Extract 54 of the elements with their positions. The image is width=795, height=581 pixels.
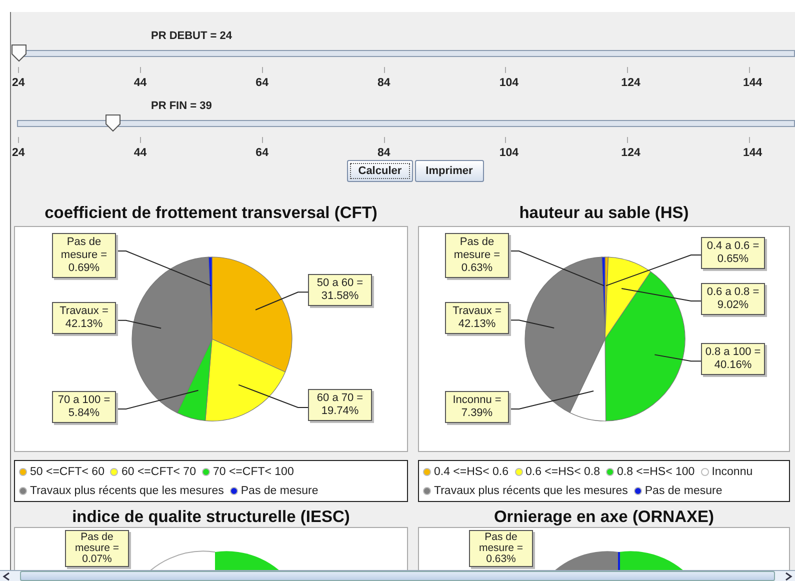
tick-label: 104 bbox=[499, 147, 520, 159]
data-label: Travaux = 42.13% bbox=[445, 302, 509, 334]
action-button[interactable]: Calculer bbox=[347, 160, 413, 182]
tick-label: 124 bbox=[621, 77, 642, 89]
legend-label: 0.6 <=HS< 0.8 bbox=[526, 466, 600, 478]
data-label: Pas de mesure = 0.69% bbox=[52, 233, 116, 278]
legend-label: Travaux plus récents que les mesures bbox=[30, 484, 224, 496]
legend-label: Pas de mesure bbox=[240, 484, 318, 496]
leader-line bbox=[508, 320, 555, 329]
tick-label: 64 bbox=[256, 147, 270, 159]
tick-label: 84 bbox=[378, 147, 392, 159]
legend-label: 0.8 <=HS< 100 bbox=[617, 466, 695, 478]
data-label: 0.8 a 100 = 40.16% bbox=[701, 343, 765, 376]
slider-label: PR FIN = 39 bbox=[151, 100, 213, 114]
data-label: Inconnu = 7.39% bbox=[445, 391, 509, 423]
slider-thumb[interactable] bbox=[105, 114, 122, 132]
tick-label: 84 bbox=[378, 77, 392, 89]
data-label: Travaux = 42.13% bbox=[52, 302, 116, 334]
legend-label: 60 <=CFT< 70 bbox=[121, 466, 196, 478]
tick-label: 44 bbox=[134, 147, 148, 159]
chart-title: hauteur au sable (HS) bbox=[518, 204, 690, 224]
leader-line bbox=[116, 320, 162, 329]
leader-line bbox=[255, 292, 308, 310]
legend-label: 0.4 <=HS< 0.6 bbox=[434, 466, 508, 478]
data-label: 60 a 70 = 19.74% bbox=[308, 389, 372, 422]
tick-label: 124 bbox=[621, 147, 642, 159]
tick-label: 144 bbox=[743, 77, 764, 89]
data-label: Pas de mesure = 0.63% bbox=[469, 530, 533, 567]
action-button[interactable]: Imprimer bbox=[414, 160, 484, 182]
chart-title: Ornierage en axe (ORNAXE) bbox=[492, 508, 716, 527]
data-label: Pas de mesure = 0.07% bbox=[65, 530, 129, 567]
legend-label: 70 <=CFT< 100 bbox=[212, 466, 294, 478]
leader-line bbox=[654, 354, 702, 362]
legend-label: 50 <=CFT< 60 bbox=[30, 466, 104, 478]
tick-label: 24 bbox=[12, 77, 26, 89]
slider-track[interactable] bbox=[11, 44, 795, 62]
data-label: 0.6 a 0.8 = 9.02% bbox=[701, 283, 765, 316]
chart-title: coefficient de frottement transversal (CFT) bbox=[44, 204, 378, 224]
data-label: 0.4 a 0.6 = 0.65% bbox=[701, 237, 765, 270]
legend-label: Inconnu bbox=[712, 466, 753, 478]
tick-label: 24 bbox=[12, 147, 26, 159]
tick-label: 64 bbox=[256, 77, 270, 89]
slider-thumb[interactable] bbox=[11, 44, 27, 62]
data-label: 50 a 60 = 31.58% bbox=[308, 274, 372, 306]
tick-label: 104 bbox=[499, 77, 520, 89]
data-label: Pas de mesure = 0.63% bbox=[445, 233, 509, 278]
chart-title: indice de qualite structurelle (IESC) bbox=[71, 508, 351, 527]
leader-line bbox=[238, 384, 308, 408]
slider-label: PR DEBUT = 24 bbox=[151, 30, 233, 44]
tick-label: 144 bbox=[743, 147, 764, 159]
legend-label: Pas de mesure bbox=[644, 484, 722, 496]
data-label: 70 a 100 = 5.84% bbox=[52, 391, 116, 423]
tick-label: 44 bbox=[134, 77, 148, 89]
legend-label: Travaux plus récents que les mesures bbox=[434, 484, 628, 496]
